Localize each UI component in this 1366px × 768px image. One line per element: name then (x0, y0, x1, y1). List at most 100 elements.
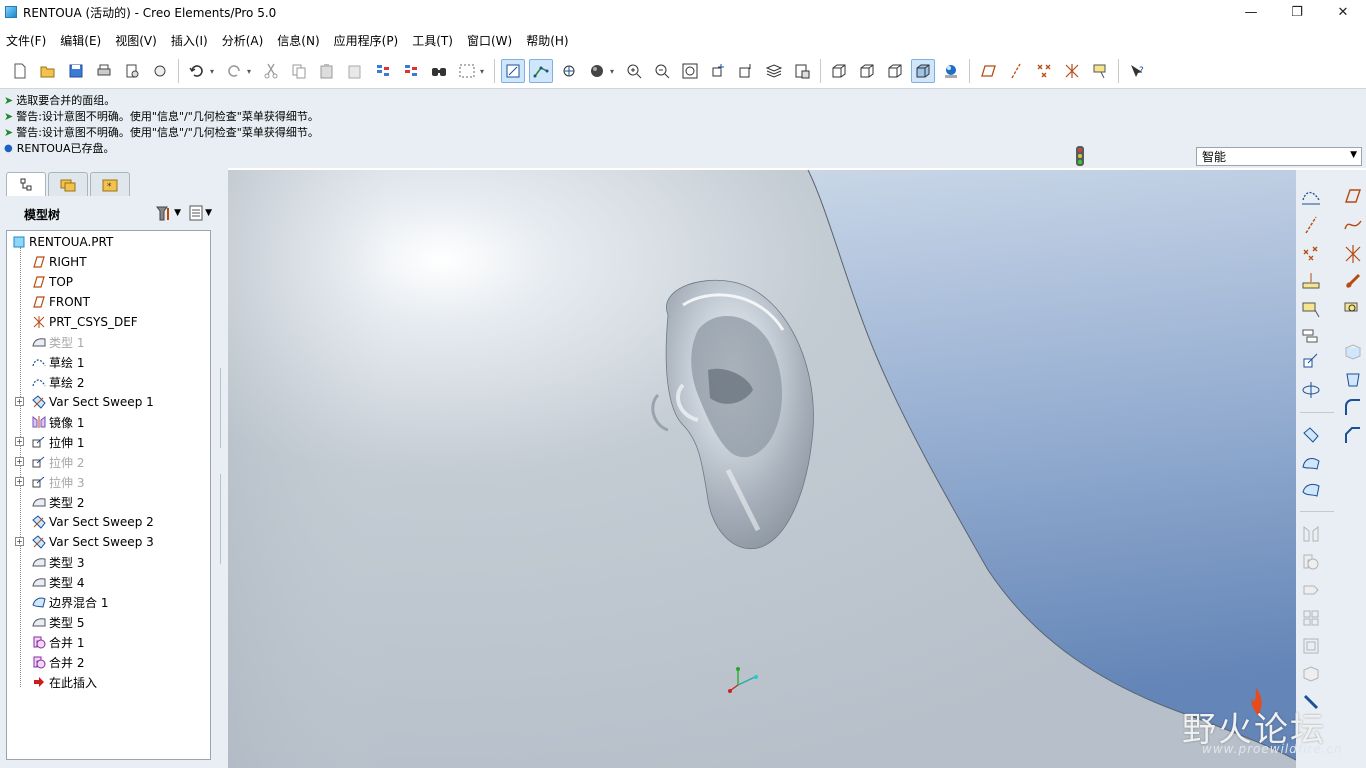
csys-tool-button[interactable] (1342, 244, 1364, 266)
new-button[interactable] (8, 59, 32, 83)
chamfer-tool-button[interactable] (1342, 426, 1364, 448)
tree-node[interactable]: 在此插入 (31, 673, 97, 691)
tree-node[interactable]: Var Sect Sweep 2 (31, 513, 154, 531)
cut-button[interactable] (259, 59, 283, 83)
datum-display-button[interactable] (501, 59, 525, 83)
tree-expander[interactable]: + (15, 477, 24, 486)
tree-node[interactable]: 类型 1 (31, 333, 84, 351)
csys-display-button[interactable] (557, 59, 581, 83)
plane-tool-button[interactable] (1342, 186, 1364, 208)
annotation-button[interactable] (1300, 300, 1322, 322)
select-box-button[interactable] (455, 59, 479, 83)
zoom-out-button[interactable] (650, 59, 674, 83)
menu-tools[interactable]: 工具(T) (412, 32, 453, 49)
axis-toggle-button[interactable] (1004, 59, 1028, 83)
print-button[interactable] (92, 59, 116, 83)
axis-display-button[interactable] (529, 59, 553, 83)
send-mail-button[interactable] (120, 59, 144, 83)
tab-model-tree[interactable] (6, 172, 46, 196)
graphics-viewport[interactable] (228, 170, 1296, 768)
tree-node[interactable]: 合并 1 (31, 633, 84, 651)
maximize-button[interactable]: ❐ (1274, 0, 1320, 24)
tree-node[interactable]: RIGHT (31, 253, 87, 271)
point-tool-button[interactable] (1300, 244, 1322, 266)
menu-analysis[interactable]: 分析(A) (222, 32, 264, 49)
menu-view[interactable]: 视图(V) (115, 32, 157, 49)
paste-special-button[interactable] (343, 59, 367, 83)
annotation-display-button[interactable] (1088, 59, 1112, 83)
close-button[interactable]: ✕ (1320, 0, 1366, 24)
regenerate-button[interactable] (371, 59, 395, 83)
no-hidden-button[interactable] (883, 59, 907, 83)
pattern-tool-button[interactable] (1300, 608, 1322, 630)
shading-button[interactable] (585, 59, 609, 83)
tree-node[interactable]: + Var Sect Sweep 3 (15, 533, 154, 551)
zoom-in-button[interactable] (622, 59, 646, 83)
tree-node[interactable]: + Var Sect Sweep 1 (15, 393, 154, 411)
send-attachment-button[interactable] (148, 59, 172, 83)
view-manager-button[interactable] (790, 59, 814, 83)
tree-node[interactable]: 合并 2 (31, 653, 84, 671)
menu-info[interactable]: 信息(N) (277, 32, 319, 49)
minimize-button[interactable]: — (1228, 0, 1274, 24)
publish-geom-button[interactable] (1342, 271, 1364, 293)
csys-toggle-button[interactable] (1060, 59, 1084, 83)
shell-tool-button[interactable] (1300, 636, 1322, 658)
regen-manager-button[interactable] (399, 59, 423, 83)
menu-edit[interactable]: 编辑(E) (60, 32, 101, 49)
menu-applications[interactable]: 应用程序(P) (334, 32, 399, 49)
axis-tool-button[interactable] (1300, 215, 1322, 237)
context-help-button[interactable]: ? (1125, 59, 1149, 83)
menu-insert[interactable]: 插入(I) (171, 32, 208, 49)
mirror-tool-button[interactable] (1300, 524, 1322, 546)
tree-expander[interactable]: + (15, 397, 24, 406)
tree-expander[interactable]: + (15, 437, 24, 446)
tree-node[interactable]: FRONT (31, 293, 90, 311)
tree-node[interactable]: 类型 5 (31, 613, 84, 631)
hidden-line-button[interactable] (855, 59, 879, 83)
extrude-tool-button[interactable] (1300, 351, 1322, 373)
plane-display-button[interactable] (976, 59, 1000, 83)
tree-node[interactable]: 类型 3 (31, 553, 84, 571)
menu-file[interactable]: 文件(F) (6, 32, 46, 49)
menu-window[interactable]: 窗口(W) (467, 32, 512, 49)
tree-node[interactable]: 类型 4 (31, 573, 84, 591)
boundary-tool-button[interactable] (1300, 480, 1322, 502)
trim-tool-button[interactable] (1300, 580, 1322, 602)
tab-folder-browser[interactable] (48, 172, 88, 196)
menu-help[interactable]: 帮助(H) (526, 32, 568, 49)
copy-button[interactable] (287, 59, 311, 83)
hole-tool-button[interactable] (1342, 342, 1364, 364)
shaded-button[interactable] (911, 59, 935, 83)
tree-root[interactable]: RENTOUA.PRT (11, 233, 113, 251)
paste-button[interactable] (315, 59, 339, 83)
tab-favorites[interactable]: * (90, 172, 130, 196)
tree-node[interactable]: + 拉伸 1 (15, 433, 84, 451)
view-annotation-button[interactable] (1342, 300, 1364, 322)
merge-tool-button[interactable] (1300, 552, 1322, 574)
revolve-tool-button[interactable] (1300, 380, 1322, 402)
blend-tool-button[interactable] (1300, 453, 1322, 475)
saved-views-button[interactable] (734, 59, 758, 83)
panel-splitter[interactable] (220, 368, 226, 448)
analysis-tool-button[interactable] (1300, 271, 1322, 293)
sweep-tool-button[interactable] (1300, 425, 1322, 447)
tree-node[interactable]: 边界混合 1 (31, 593, 108, 611)
redo-button[interactable] (222, 59, 246, 83)
note-button[interactable] (1300, 327, 1322, 349)
enhanced-realism-button[interactable] (939, 59, 963, 83)
refit-button[interactable] (678, 59, 702, 83)
round-tool-button[interactable] (1342, 398, 1364, 420)
tree-show-button[interactable]: ▼ (187, 204, 212, 222)
wireframe-button[interactable] (827, 59, 851, 83)
find-button[interactable] (427, 59, 451, 83)
status-light-icon[interactable] (1074, 145, 1086, 167)
point-display-button[interactable] (1032, 59, 1056, 83)
tree-node[interactable]: 类型 2 (31, 493, 84, 511)
open-button[interactable] (36, 59, 60, 83)
tree-settings-button[interactable]: ▼ (154, 204, 181, 222)
tree-expander[interactable]: + (15, 537, 24, 546)
tree-node[interactable]: PRT_CSYS_DEF (31, 313, 138, 331)
panel-splitter[interactable] (220, 474, 226, 564)
undo-button[interactable] (185, 59, 209, 83)
